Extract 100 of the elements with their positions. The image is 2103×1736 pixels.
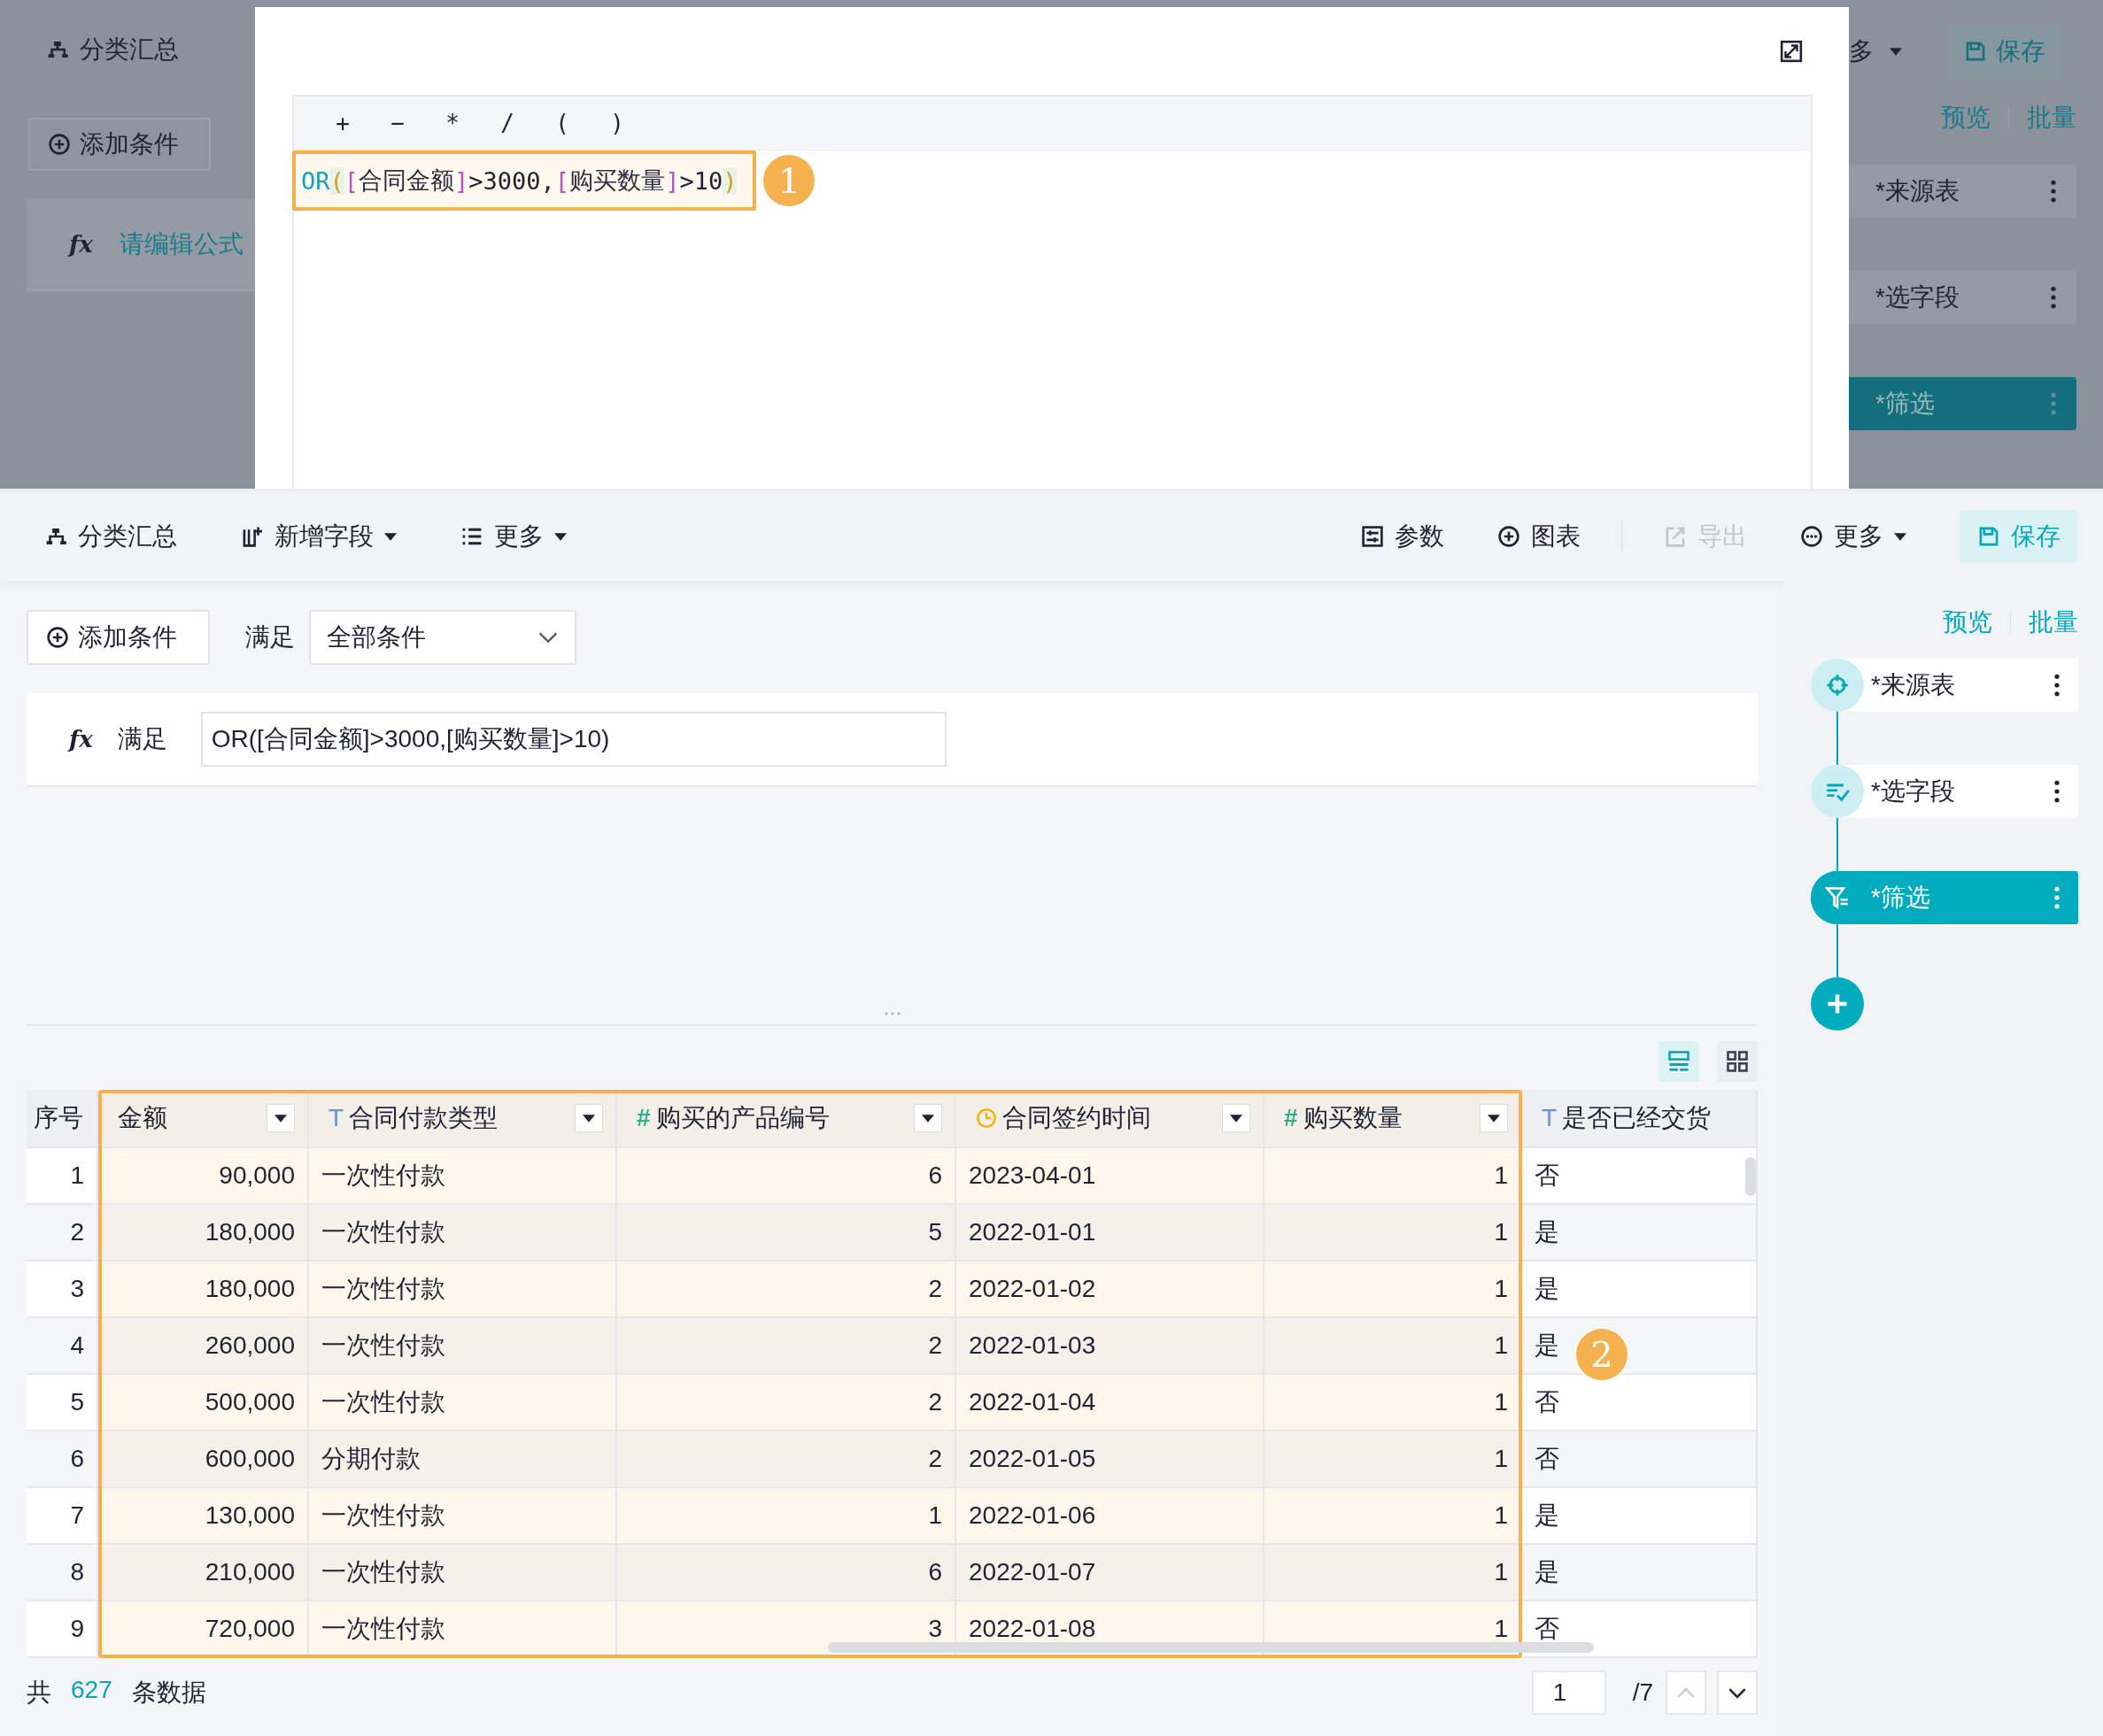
more-icon[interactable] (2053, 674, 2060, 697)
page-count: /7 (1632, 1678, 1653, 1707)
scrollbar[interactable] (1745, 1157, 1756, 1196)
step-label: *来源表 (1871, 670, 1956, 700)
formula-icon: fx (69, 231, 93, 258)
total-label: 条数据 (131, 1678, 206, 1708)
formula-label: 满足 (117, 724, 167, 754)
list-view-icon (1666, 1049, 1691, 1074)
column-menu-button[interactable] (575, 1104, 603, 1132)
text-type-icon: T (329, 1104, 344, 1132)
toolbar-button[interactable]: 参数 (1361, 510, 1444, 563)
table-cell: 2023-04-01 (956, 1148, 1264, 1205)
export-icon (1664, 525, 1687, 548)
match-label: 满足 (245, 622, 295, 652)
add-condition-button[interactable]: 添加条件 (28, 118, 211, 171)
operator-key[interactable]: + (315, 110, 370, 136)
step-card[interactable]: *选字段 (1811, 765, 2078, 818)
chevron-down-icon (1728, 1686, 1747, 1699)
plus-circle-icon (46, 626, 69, 649)
table-cell: 分期付款 (309, 1431, 617, 1488)
filter-icon (1825, 885, 1850, 910)
next-page-button[interactable] (1717, 1670, 1758, 1715)
number-type-icon: # (637, 1104, 651, 1132)
column-title: 是否已经交货 (1562, 1103, 1713, 1133)
table-cell: 2 (617, 1375, 956, 1431)
step-card[interactable]: *选字段 (1849, 271, 2076, 324)
page-field[interactable]: 1 (1531, 1670, 1606, 1715)
column-title: 序号 (34, 1103, 84, 1133)
caret-icon (583, 1114, 595, 1123)
table-cell: 2022-01-05 (956, 1431, 1264, 1488)
toolbar-button[interactable]: 分类汇总 (44, 510, 177, 563)
column-header[interactable]: 金额 (98, 1090, 309, 1148)
column-menu-button[interactable] (1480, 1104, 1508, 1132)
table-cell: 6 (617, 1148, 956, 1205)
column-header[interactable]: # 购买数量 (1264, 1090, 1522, 1148)
add-step-button[interactable] (1811, 977, 1864, 1030)
clock-icon (976, 1107, 997, 1129)
column-title: 购买数量 (1303, 1103, 1403, 1133)
step-card[interactable]: *来源表 (1811, 659, 2078, 712)
table-cell: 2022-01-07 (956, 1545, 1264, 1601)
column-menu-button[interactable] (267, 1104, 295, 1132)
table-cell: 6 (617, 1545, 956, 1601)
scrollbar[interactable] (828, 1642, 1594, 1653)
table-cell: 一次性付款 (309, 1205, 617, 1261)
chevron-up-icon (1676, 1686, 1696, 1699)
toolbar-button[interactable]: 更多 (1800, 510, 1906, 563)
step-label: *来源表 (1875, 176, 1960, 206)
callout-badge: 1 (763, 155, 816, 206)
crosshair-icon (1825, 673, 1850, 698)
table-cell: 一次性付款 (309, 1318, 617, 1375)
total-label: 共 (27, 1678, 51, 1708)
toolbar-button[interactable]: 新增字段 (241, 510, 397, 563)
table-cell: 2022-01-01 (956, 1205, 1264, 1261)
add-column-icon (241, 525, 264, 548)
operator-key[interactable]: ) (590, 110, 645, 136)
column-menu-button[interactable] (914, 1104, 942, 1132)
toolbar-label[interactable]: 分类汇总 (80, 32, 179, 66)
table-cell: 2022-01-06 (956, 1488, 1264, 1545)
match-select[interactable]: 全部条件 (309, 610, 576, 665)
toolbar-button[interactable]: 更多 (460, 510, 567, 563)
table-cell: 2022-01-02 (956, 1261, 1264, 1318)
caret-icon (1894, 532, 1906, 541)
table-cell: 2 (617, 1261, 956, 1318)
operator-key[interactable]: * (425, 110, 480, 136)
operator-key[interactable]: ( (535, 110, 590, 136)
table-cell: 9 (27, 1601, 98, 1658)
operator-key[interactable]: − (370, 110, 425, 136)
table-cell: 720,000 (98, 1601, 309, 1658)
caret-icon (922, 1114, 934, 1123)
caret-icon (384, 532, 397, 541)
grid-view-button[interactable] (1717, 1041, 1758, 1082)
more-circle-icon (1800, 525, 1823, 548)
chevron-down-icon (537, 631, 559, 644)
add-condition-button[interactable]: 添加条件 (27, 610, 210, 665)
table-cell: 一次性付款 (309, 1148, 617, 1205)
table-cell: 一次性付款 (309, 1488, 617, 1545)
total-count: 627 (71, 1676, 112, 1705)
column-menu-button[interactable] (1222, 1104, 1250, 1132)
formula-field[interactable]: OR([合同金额]>3000,[购买数量]>10) (200, 712, 947, 767)
caret-icon (1890, 47, 1902, 56)
step-label: *筛选 (1871, 883, 1931, 913)
more-icon[interactable] (2053, 780, 2060, 803)
table-cell: 一次性付款 (309, 1545, 617, 1601)
column-title: 合同签约时间 (1002, 1103, 1152, 1133)
formula-icon[interactable]: fx (69, 726, 93, 752)
toolbar-label[interactable]: 多 (1849, 35, 1874, 68)
save-icon (1977, 525, 2000, 548)
formula-code[interactable]: OR([合同金额]>3000,[购买数量]>10) (292, 150, 757, 211)
step-label: *选字段 (1871, 776, 1956, 806)
operator-key[interactable]: / (480, 110, 535, 136)
table-cell: 一次性付款 (309, 1261, 617, 1318)
number-type-icon: # (1284, 1104, 1298, 1132)
table-cell: 1 (617, 1488, 956, 1545)
table-cell: 一次性付款 (309, 1375, 617, 1431)
step-card[interactable]: *来源表 (1849, 165, 2076, 218)
column-title: 购买的产品编号 (655, 1103, 831, 1133)
column-title: 金额 (118, 1103, 168, 1133)
plus-circle-icon (1497, 525, 1520, 548)
toolbar-button[interactable]: 图表 (1497, 510, 1581, 563)
expand-icon[interactable] (1780, 39, 1803, 63)
